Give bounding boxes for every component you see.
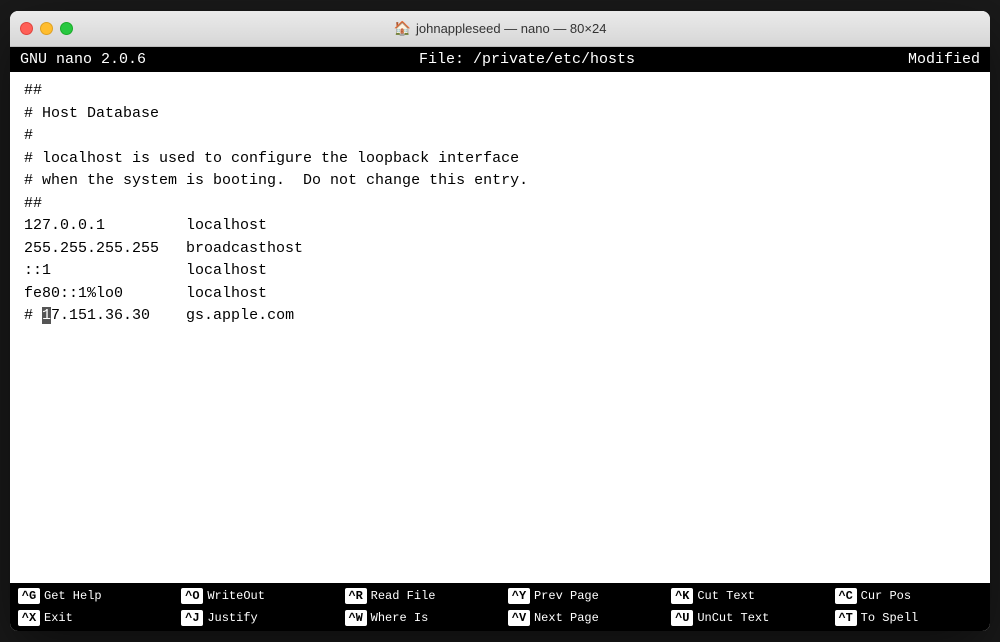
footer-item-next-page[interactable]: ^V Next Page [500,607,663,629]
label-cur-pos: Cur Pos [861,589,911,603]
footer-item-prev-page[interactable]: ^Y Prev Page [500,585,663,607]
label-uncut-text: UnCut Text [697,611,769,625]
window-title: 🏠 johnappleseed — nano — 80×24 [394,20,607,37]
footer-item-justify[interactable]: ^J Justify [173,607,336,629]
key-ctrl-o: ^O [181,588,203,604]
key-ctrl-w: ^W [345,610,367,626]
nano-modified: Modified [908,51,980,68]
label-get-help: Get Help [44,589,102,603]
nano-version: GNU nano 2.0.6 [20,51,146,68]
nano-header: GNU nano 2.0.6 File: /private/etc/hosts … [10,47,990,72]
label-to-spell: To Spell [861,611,919,625]
nano-filename: File: /private/etc/hosts [419,51,635,68]
home-icon: 🏠 [394,20,411,37]
nano-footer: ^G Get Help ^O WriteOut ^R Read File ^Y … [10,583,990,631]
label-prev-page: Prev Page [534,589,599,603]
key-ctrl-j: ^J [181,610,203,626]
title-bar: 🏠 johnappleseed — nano — 80×24 [10,11,990,47]
editor-text: ## # Host Database # # localhost is used… [24,80,976,328]
footer-item-get-help[interactable]: ^G Get Help [10,585,173,607]
key-ctrl-x: ^X [18,610,40,626]
key-ctrl-y: ^Y [508,588,530,604]
footer-item-where-is[interactable]: ^W Where Is [337,607,500,629]
close-button[interactable] [20,22,33,35]
key-ctrl-g: ^G [18,588,40,604]
footer-row-1: ^G Get Help ^O WriteOut ^R Read File ^Y … [10,585,990,607]
label-read-file: Read File [371,589,436,603]
key-ctrl-k: ^K [671,588,693,604]
key-ctrl-c: ^C [835,588,857,604]
footer-item-read-file[interactable]: ^R Read File [337,585,500,607]
label-where-is: Where Is [371,611,429,625]
key-ctrl-r: ^R [345,588,367,604]
label-writeout: WriteOut [207,589,265,603]
footer-item-to-spell[interactable]: ^T To Spell [827,607,990,629]
cursor: 1 [42,307,51,324]
footer-item-uncut-text[interactable]: ^U UnCut Text [663,607,826,629]
label-cut-text: Cut Text [697,589,755,603]
footer-item-writeout[interactable]: ^O WriteOut [173,585,336,607]
nano-editor-content[interactable]: ## # Host Database # # localhost is used… [10,72,990,583]
nano-editor-area: GNU nano 2.0.6 File: /private/etc/hosts … [10,47,990,631]
key-ctrl-t: ^T [835,610,857,626]
window-title-text: johnappleseed — nano — 80×24 [416,21,606,36]
label-exit: Exit [44,611,73,625]
footer-item-cur-pos[interactable]: ^C Cur Pos [827,585,990,607]
footer-item-cut-text[interactable]: ^K Cut Text [663,585,826,607]
label-justify: Justify [207,611,257,625]
traffic-lights [20,22,73,35]
key-ctrl-u: ^U [671,610,693,626]
maximize-button[interactable] [60,22,73,35]
footer-row-2: ^X Exit ^J Justify ^W Where Is ^V Next P… [10,607,990,629]
minimize-button[interactable] [40,22,53,35]
label-next-page: Next Page [534,611,599,625]
key-ctrl-v: ^V [508,610,530,626]
nano-window: 🏠 johnappleseed — nano — 80×24 GNU nano … [10,11,990,631]
footer-item-exit[interactable]: ^X Exit [10,607,173,629]
